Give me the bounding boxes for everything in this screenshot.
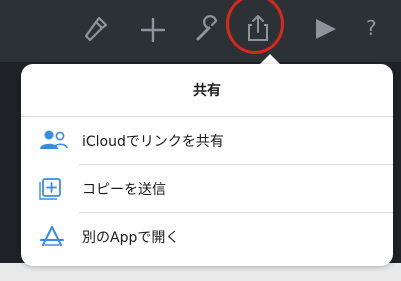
share-icloud-link-label: iCloudでリンクを共有 [82,134,224,150]
highlight-circle [226,0,284,54]
wrench-icon[interactable] [192,14,222,44]
send-copy-label: コピーを送信 [82,182,166,198]
toolbar: ? [0,0,401,62]
open-in-another-app-label: 別のAppで開く [82,230,180,246]
popover-title: 共有 [193,83,221,99]
send-copy-icon [39,178,61,200]
app-store-icon [40,226,64,246]
add-icon[interactable] [138,15,168,45]
open-in-another-app-item[interactable]: 別のAppで開く [21,212,393,260]
play-icon[interactable] [310,14,340,44]
format-brush-icon[interactable] [80,14,110,44]
share-popover: 共有 iCloudでリンクを共有 コピーを送信 別のAppで開く [21,64,393,266]
help-icon[interactable]: ? [366,16,377,40]
share-icloud-link-item[interactable]: iCloudでリンクを共有 [21,116,393,164]
icloud-share-people-icon [40,130,68,149]
send-copy-item[interactable]: コピーを送信 [21,164,393,212]
